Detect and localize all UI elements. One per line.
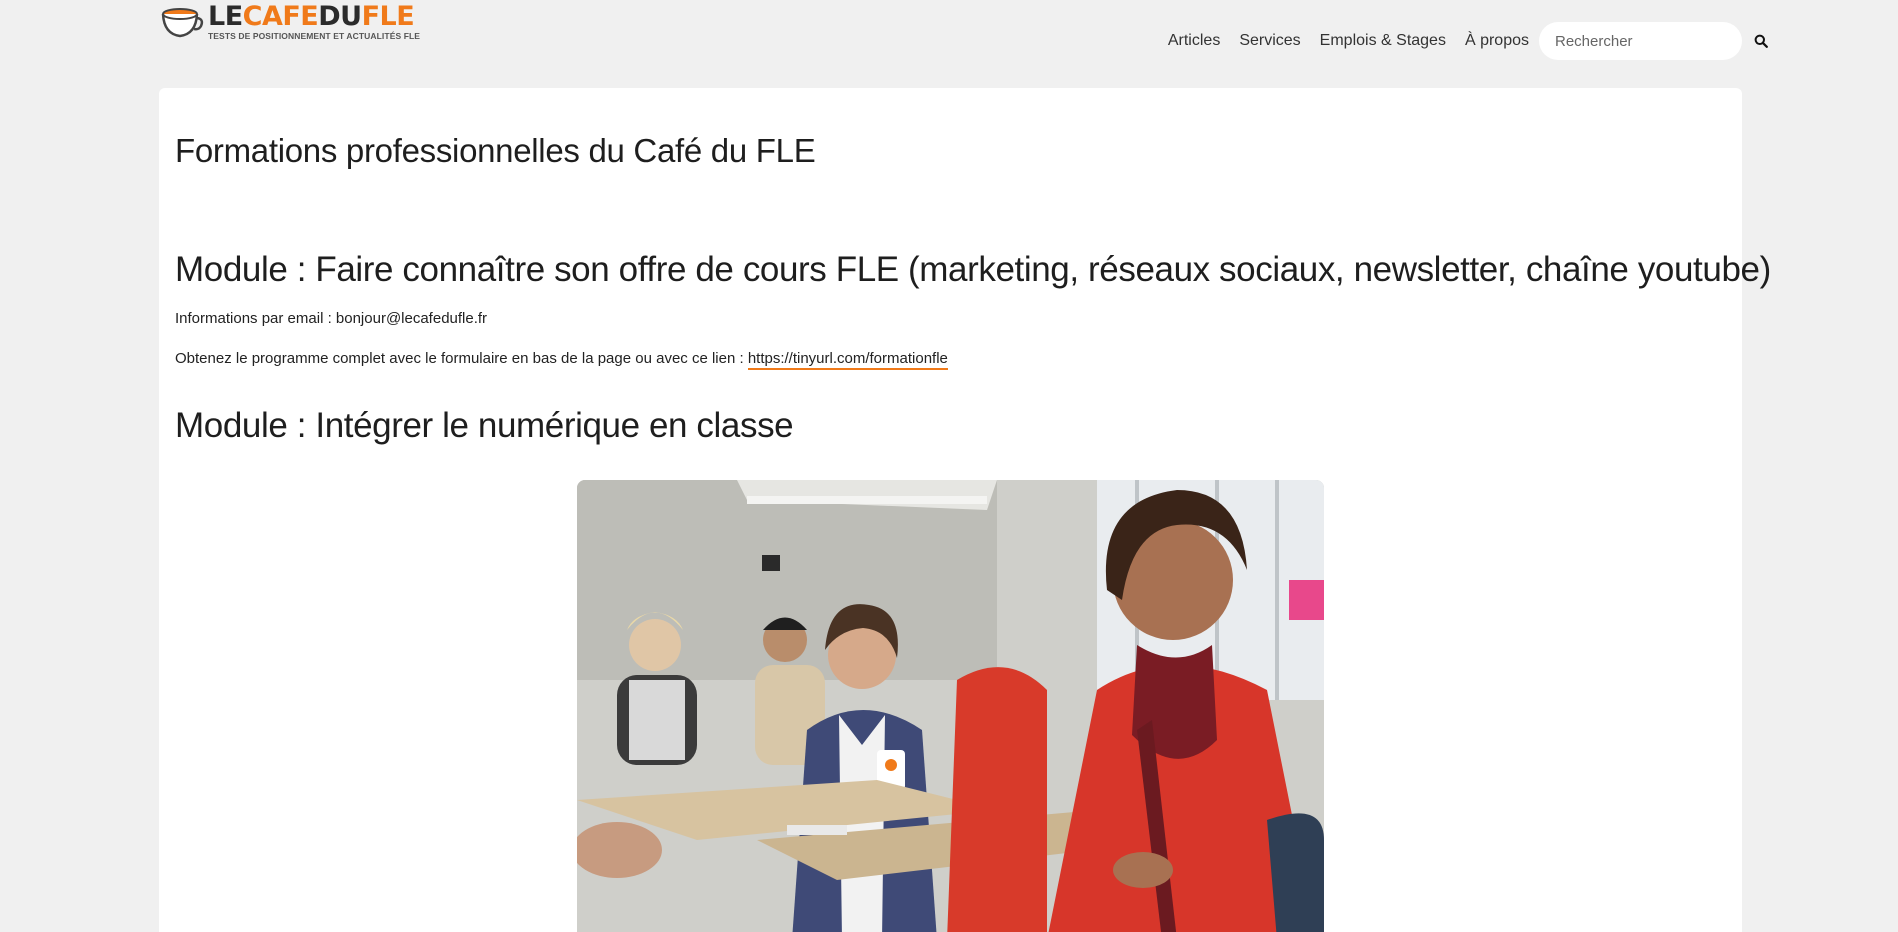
nav-articles[interactable]: Articles: [1168, 32, 1220, 50]
page-title: Formations professionnelles du Café du F…: [175, 132, 816, 169]
coffee-cup-icon: [161, 8, 204, 38]
program-link[interactable]: https://tinyurl.com/formationfle: [747, 350, 948, 370]
nav-emplois-stages[interactable]: Emplois & Stages: [1320, 32, 1446, 50]
module-2-heading: Module : Intégrer le numérique en classe: [175, 406, 794, 445]
module-1-heading: Module : Faire connaître son offre de co…: [175, 250, 1771, 289]
program-text: Obtenez le programme complet avec le for…: [175, 350, 748, 367]
email-info-text: Informations par email : bonjour@lecafed…: [175, 310, 488, 327]
classroom-photo-illustration: [577, 480, 1324, 932]
nav-services[interactable]: Services: [1239, 32, 1300, 50]
logo-wordmark: LECAFEDUFLE: [208, 1, 415, 32]
search-icon[interactable]: [1754, 34, 1768, 48]
main-nav: Articles Services Emplois & Stages À pro…: [1168, 22, 1768, 60]
search-input[interactable]: [1555, 32, 1754, 50]
logo-tagline: TESTS DE POSITIONNEMENT ET ACTUALITÉS FL…: [208, 31, 421, 41]
content-card: Formations professionnelles du Café du F…: [159, 88, 1771, 932]
search-box: [1539, 22, 1768, 60]
classroom-photo: [577, 480, 1324, 932]
program-paragraph: Obtenez le programme complet avec le for…: [175, 350, 948, 370]
nav-a-propos[interactable]: À propos: [1465, 32, 1529, 50]
site-logo[interactable]: LECAFEDUFLE TESTS DE POSITIONNEMENT ET A…: [160, 2, 420, 48]
